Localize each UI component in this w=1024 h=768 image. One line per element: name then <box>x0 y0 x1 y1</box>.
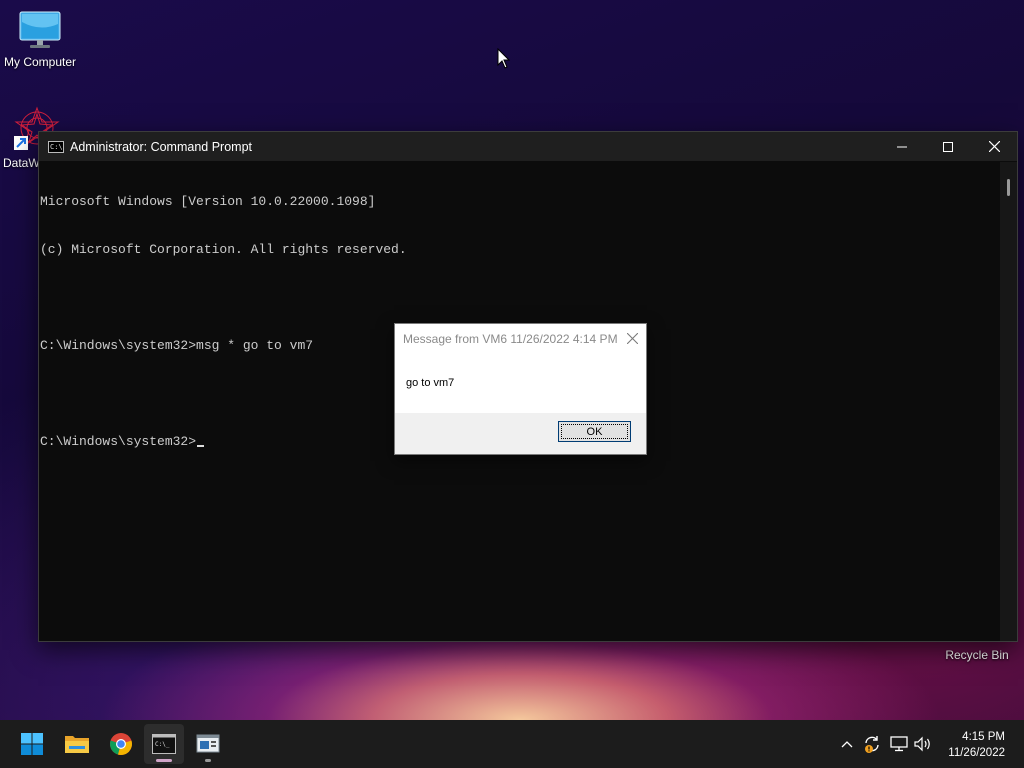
start-icon <box>21 733 43 755</box>
close-icon <box>626 333 638 344</box>
taskbar-command-prompt[interactable]: C:\_ <box>144 724 184 764</box>
minimize-button[interactable] <box>879 132 925 161</box>
clock-date: 11/26/2022 <box>948 747 1005 759</box>
chevron-up-icon <box>841 741 853 748</box>
taskbar: C:\_ 4:15 PM 11/26/2022 <box>0 720 1024 768</box>
console-prompt: C:\Windows\system32> <box>40 434 197 449</box>
desktop-icon-my-computer[interactable]: My Computer <box>0 10 80 69</box>
dialog-close-button[interactable] <box>618 325 646 353</box>
active-indicator <box>156 759 172 762</box>
taskbar-chrome[interactable] <box>101 724 141 764</box>
cmd-icon: C:\ <box>48 140 64 153</box>
scrollbar-thumb[interactable] <box>1007 179 1010 196</box>
maximize-button[interactable] <box>925 132 971 161</box>
taskbar-file-explorer[interactable] <box>57 724 97 764</box>
desktop-icon-label: Recycle Bin <box>945 648 1009 662</box>
ok-button[interactable]: OK <box>558 421 631 442</box>
volume-button[interactable] <box>912 732 934 756</box>
svg-text:C:\_: C:\_ <box>155 741 170 748</box>
taskbar-system-info[interactable] <box>188 724 228 764</box>
window-title: Administrator: Command Prompt <box>70 139 253 154</box>
console-line: (c) Microsoft Corporation. All rights re… <box>40 242 407 257</box>
clock-time: 4:15 PM <box>962 731 1005 743</box>
chrome-icon <box>110 733 132 756</box>
close-icon <box>988 141 1000 152</box>
monitor-icon <box>19 11 61 48</box>
sync-status-button[interactable] <box>861 732 883 756</box>
console-line: Microsoft Windows [Version 10.0.22000.10… <box>40 194 376 209</box>
message-dialog[interactable]: Message from VM6 11/26/2022 4:14 PM go t… <box>394 323 647 455</box>
file-explorer-icon <box>65 736 89 753</box>
system-info-icon <box>196 734 220 753</box>
dialog-message: go to vm7 <box>406 377 455 389</box>
text-cursor <box>197 445 205 447</box>
command-prompt-icon: C:\_ <box>152 734 176 754</box>
network-button[interactable] <box>888 732 910 756</box>
dialog-titlebar[interactable]: Message from VM6 11/26/2022 4:14 PM <box>395 324 646 353</box>
desktop-icon-recycle-bin[interactable]: Recycle Bin <box>936 646 1018 662</box>
dialog-title: Message from VM6 11/26/2022 4:14 PM <box>403 331 618 346</box>
taskbar-clock[interactable]: 4:15 PM 11/26/2022 <box>948 729 1005 761</box>
maximize-icon <box>943 141 953 152</box>
vertical-scrollbar[interactable] <box>1000 162 1017 641</box>
network-icon <box>890 736 908 752</box>
minimize-icon <box>897 146 907 147</box>
dialog-footer: OK <box>395 413 646 454</box>
sync-warning-icon <box>865 736 879 753</box>
desktop-icon-label: DataW <box>3 156 40 170</box>
close-button[interactable] <box>971 132 1017 161</box>
speaker-icon <box>914 736 930 752</box>
desktop-icon-label: My Computer <box>3 55 77 69</box>
window-titlebar[interactable]: C:\ Administrator: Command Prompt <box>39 132 1017 161</box>
mouse-cursor-icon <box>497 48 511 69</box>
running-indicator <box>205 759 211 762</box>
start-button[interactable] <box>12 724 52 764</box>
show-hidden-icons-button[interactable] <box>838 732 856 756</box>
